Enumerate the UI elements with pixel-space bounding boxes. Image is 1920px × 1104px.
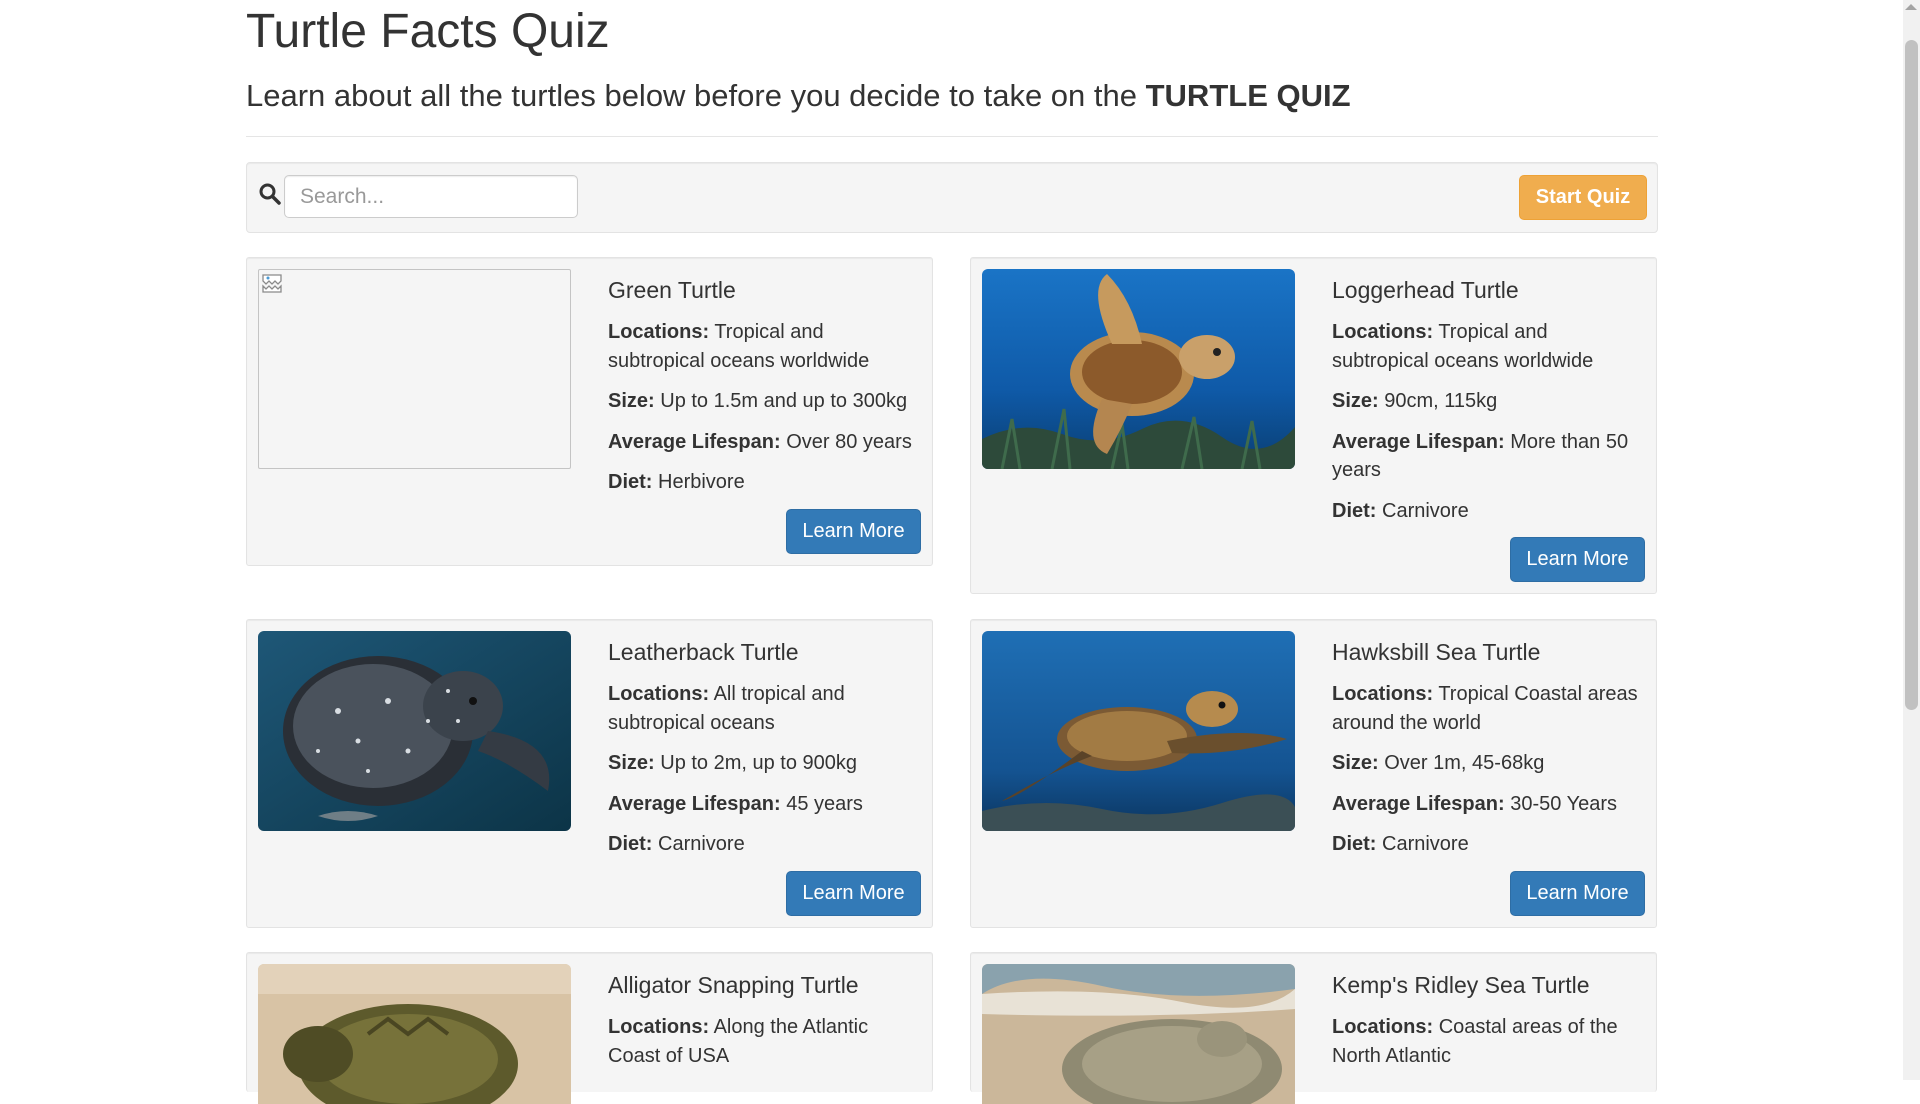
- header-divider: [246, 136, 1658, 137]
- turtle-card-kemps-ridley: Kemp's Ridley Sea Turtle Locations: Coas…: [970, 952, 1657, 1104]
- turtle-name: Hawksbill Sea Turtle: [1332, 639, 1541, 665]
- turtle-name: Green Turtle: [608, 277, 736, 303]
- locations-label: Locations:: [608, 1016, 710, 1038]
- turtle-lifespan: Average Lifespan: More than 50 years: [1332, 428, 1647, 485]
- locations-label: Locations:: [608, 683, 710, 705]
- learn-more-button[interactable]: Learn More: [786, 509, 921, 554]
- broken-image-icon: [262, 274, 282, 293]
- start-quiz-button[interactable]: Start Quiz: [1519, 175, 1647, 220]
- learn-more-button[interactable]: Learn More: [1510, 871, 1645, 916]
- turtle-image-kemps-ridley: [982, 964, 1295, 1104]
- scroll-up-arrow-icon[interactable]: [1905, 4, 1917, 10]
- search-input[interactable]: [284, 175, 578, 218]
- size-label: Size:: [1332, 752, 1379, 774]
- turtle-locations: Locations: Coastal areas of the North At…: [1332, 1013, 1647, 1070]
- lifespan-value: 45 years: [786, 792, 863, 815]
- scrollbar-thumb[interactable]: [1905, 40, 1918, 710]
- turtle-lifespan: Average Lifespan: 45 years: [608, 790, 923, 819]
- turtle-image-alligator-snapping: [258, 964, 571, 1104]
- size-label: Size:: [608, 390, 655, 412]
- locations-label: Locations:: [1332, 1016, 1434, 1038]
- page-subtitle: Learn about all the turtles below before…: [246, 76, 1351, 116]
- turtle-name: Leatherback Turtle: [608, 639, 799, 665]
- turtle-info: Loggerhead Turtle Locations: Tropical an…: [1332, 274, 1647, 537]
- turtle-size: Size: Over 1m, 45-68kg: [1332, 749, 1647, 778]
- turtle-locations: Locations: Tropical Coastal areas around…: [1332, 680, 1647, 737]
- loggerhead-photo: [982, 269, 1295, 469]
- turtle-card-loggerhead: Loggerhead Turtle Locations: Tropical an…: [970, 257, 1657, 594]
- turtle-size: Size: 90cm, 115kg: [1332, 387, 1647, 416]
- turtle-image-loggerhead: [982, 269, 1295, 469]
- subtitle-text: Learn about all the turtles below before…: [246, 78, 1146, 113]
- turtle-size: Size: Up to 1.5m and up to 300kg: [608, 387, 923, 416]
- locations-label: Locations:: [608, 321, 710, 343]
- turtle-image-green: [258, 269, 571, 469]
- size-value: Up to 2m, up to 900kg: [660, 752, 858, 774]
- alligator-snapping-photo: [258, 964, 571, 1104]
- turtle-image-hawksbill: [982, 631, 1295, 831]
- size-value: Up to 1.5m and up to 300kg: [660, 390, 908, 412]
- turtle-locations: Locations: Tropical and subtropical ocea…: [608, 318, 923, 375]
- size-value: 90cm, 115kg: [1384, 390, 1498, 412]
- search-icon: [259, 183, 281, 205]
- turtle-info: Alligator Snapping Turtle Locations: Alo…: [608, 969, 923, 1082]
- page-title: Turtle Facts Quiz: [246, 5, 610, 58]
- turtle-lifespan: Average Lifespan: 30-50 Years: [1332, 790, 1647, 819]
- lifespan-label: Average Lifespan:: [1332, 792, 1505, 815]
- turtle-card-alligator-snapping: Alligator Snapping Turtle Locations: Alo…: [246, 952, 933, 1104]
- diet-label: Diet:: [1332, 499, 1377, 522]
- diet-label: Diet:: [1332, 833, 1377, 855]
- lifespan-value: Over 80 years: [786, 430, 912, 453]
- turtle-card-leatherback: Leatherback Turtle Locations: All tropic…: [246, 619, 933, 928]
- turtle-locations: Locations: Tropical and subtropical ocea…: [1332, 318, 1647, 375]
- lifespan-label: Average Lifespan:: [1332, 430, 1505, 453]
- diet-value: Herbivore: [658, 471, 745, 493]
- turtle-diet: Diet: Carnivore: [1332, 830, 1647, 859]
- diet-value: Carnivore: [658, 833, 745, 855]
- turtle-card-green: Green Turtle Locations: Tropical and sub…: [246, 257, 933, 566]
- learn-more-button[interactable]: Learn More: [786, 871, 921, 916]
- size-value: Over 1m, 45-68kg: [1384, 752, 1545, 774]
- turtle-locations: Locations: All tropical and subtropical …: [608, 680, 923, 737]
- turtle-name: Kemp's Ridley Sea Turtle: [1332, 972, 1590, 998]
- turtle-locations: Locations: Along the Atlantic Coast of U…: [608, 1013, 923, 1070]
- size-label: Size:: [1332, 390, 1379, 412]
- kemps-ridley-photo: [982, 964, 1295, 1104]
- diet-value: Carnivore: [1382, 833, 1469, 855]
- page-scrollbar[interactable]: [1903, 0, 1920, 1080]
- lifespan-value: 30-50 Years: [1510, 792, 1617, 815]
- turtle-info: Leatherback Turtle Locations: All tropic…: [608, 636, 923, 871]
- turtle-name: Loggerhead Turtle: [1332, 277, 1519, 303]
- lifespan-label: Average Lifespan:: [608, 430, 781, 453]
- hawksbill-photo: [982, 631, 1295, 831]
- diet-label: Diet:: [608, 833, 653, 855]
- turtle-info: Hawksbill Sea Turtle Locations: Tropical…: [1332, 636, 1647, 871]
- subtitle-emphasis: TURTLE QUIZ: [1145, 78, 1351, 113]
- turtle-diet: Diet: Herbivore: [608, 468, 923, 497]
- turtle-lifespan: Average Lifespan: Over 80 years: [608, 428, 923, 457]
- size-label: Size:: [608, 752, 655, 774]
- diet-value: Carnivore: [1382, 499, 1469, 522]
- lifespan-label: Average Lifespan:: [608, 792, 781, 815]
- turtle-size: Size: Up to 2m, up to 900kg: [608, 749, 923, 778]
- leatherback-photo: [258, 631, 571, 831]
- turtle-info: Kemp's Ridley Sea Turtle Locations: Coas…: [1332, 969, 1647, 1082]
- turtle-image-leatherback: [258, 631, 571, 831]
- learn-more-button[interactable]: Learn More: [1510, 537, 1645, 582]
- diet-label: Diet:: [608, 471, 653, 493]
- turtle-diet: Diet: Carnivore: [608, 830, 923, 859]
- turtle-diet: Diet: Carnivore: [1332, 497, 1647, 526]
- search-toolbar: Start Quiz: [246, 162, 1658, 233]
- locations-label: Locations:: [1332, 683, 1434, 705]
- turtle-info: Green Turtle Locations: Tropical and sub…: [608, 274, 923, 509]
- turtle-card-hawksbill: Hawksbill Sea Turtle Locations: Tropical…: [970, 619, 1657, 928]
- locations-label: Locations:: [1332, 321, 1434, 343]
- turtle-name: Alligator Snapping Turtle: [608, 972, 859, 998]
